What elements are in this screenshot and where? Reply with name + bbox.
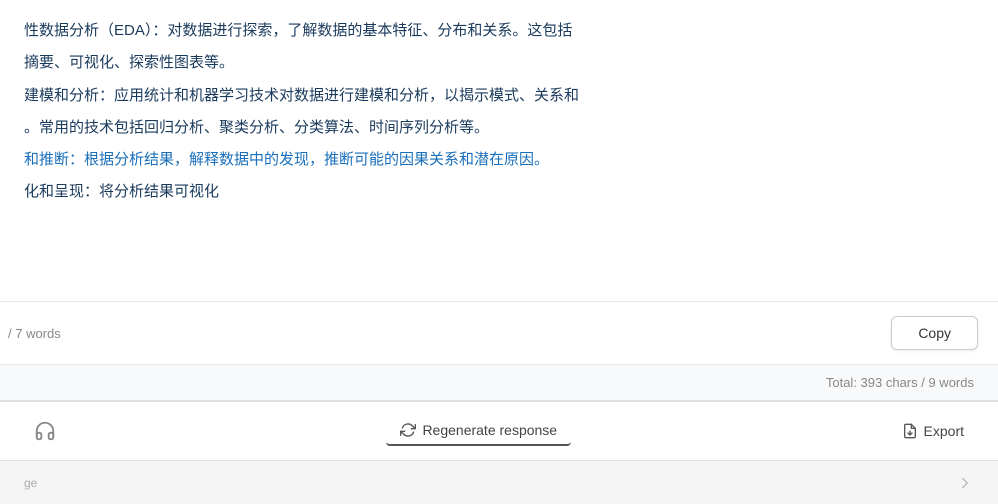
text-span-6: 化和呈现：将分析结果可视化 (24, 183, 219, 200)
word-count-row: / 7 words Copy (0, 301, 998, 364)
text-span-4: 。常用的技术包括回归分析、聚类分析、分类算法、时间序列分析等。 (24, 119, 489, 136)
main-container: 性数据分析（EDA）：对数据进行探索，了解数据的基本特征、分布和关系。这包括 摘… (0, 0, 998, 504)
text-span-3: 建模和分析：应用统计和机器学习技术对数据进行建模和分析，以揭示模式、关系和 (24, 87, 579, 104)
total-stats-text: Total: 393 chars / 9 words (826, 375, 974, 390)
content-area: 性数据分析（EDA）：对数据进行探索，了解数据的基本特征、分布和关系。这包括 摘… (0, 0, 998, 301)
export-button[interactable]: Export (892, 417, 974, 445)
regenerate-button[interactable]: Regenerate response (386, 416, 571, 446)
bottom-toolbar: Regenerate response Export (0, 400, 998, 460)
headphone-button[interactable] (24, 414, 66, 448)
refresh-icon (400, 422, 416, 438)
paragraph-6: 化和呈现：将分析结果可视化 (24, 179, 974, 205)
paragraph-1: 性数据分析（EDA）：对数据进行探索，了解数据的基本特征、分布和关系。这包括 (24, 18, 974, 44)
text-span-1: 性数据分析（EDA）：对数据进行探索，了解数据的基本特征、分布和关系。这包括 (24, 22, 572, 39)
text-span-5: 和推断：根据分析结果，解释数据中的发现，推断可能的因果关系和潜在原因。 (24, 151, 549, 168)
text-block: 性数据分析（EDA）：对数据进行探索，了解数据的基本特征、分布和关系。这包括 摘… (24, 18, 974, 206)
footer-text: ge (24, 476, 37, 490)
toolbar-right: Export (892, 417, 974, 445)
paragraph-5: 和推断：根据分析结果，解释数据中的发现，推断可能的因果关系和潜在原因。 (24, 147, 974, 173)
export-label: Export (924, 423, 964, 439)
toolbar-left (24, 414, 66, 448)
total-stats-bar: Total: 393 chars / 9 words (0, 364, 998, 400)
text-span-2: 摘要、可视化、探索性图表等。 (24, 54, 234, 71)
regenerate-label: Regenerate response (422, 422, 557, 438)
paragraph-4: 。常用的技术包括回归分析、聚类分析、分类算法、时间序列分析等。 (24, 115, 974, 141)
toolbar-center: Regenerate response (386, 416, 571, 446)
paragraph-2: 摘要、可视化、探索性图表等。 (24, 50, 974, 76)
copy-button[interactable]: Copy (891, 316, 978, 350)
arrow-icon (956, 474, 974, 492)
headphone-icon (34, 420, 56, 442)
footer-bar: ge (0, 460, 998, 504)
word-count-label: / 7 words (8, 326, 61, 341)
paragraph-3: 建模和分析：应用统计和机器学习技术对数据进行建模和分析，以揭示模式、关系和 (24, 83, 974, 109)
export-icon (902, 423, 918, 439)
